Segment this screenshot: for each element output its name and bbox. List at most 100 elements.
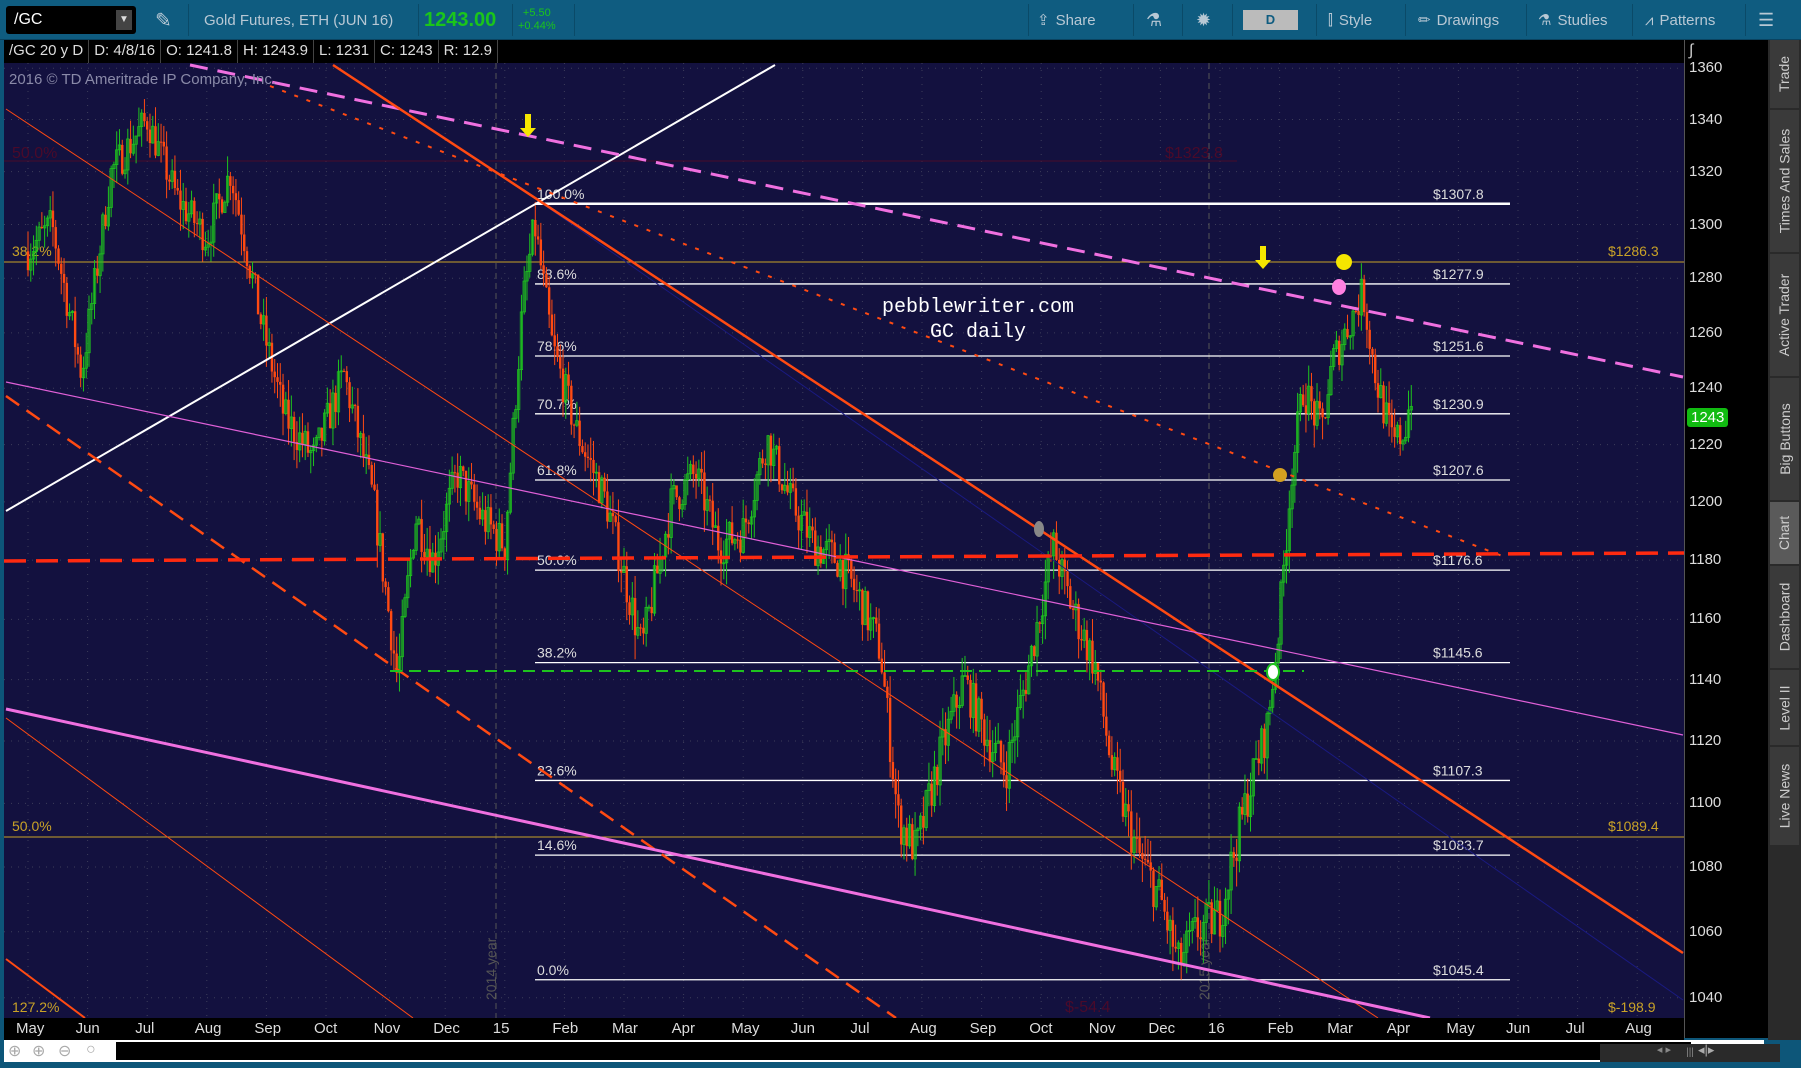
scrollbar[interactable]: ||| ◂ ▸ bbox=[116, 1042, 1780, 1062]
candle bbox=[425, 527, 429, 576]
candle bbox=[1324, 416, 1327, 420]
tab-active-trader[interactable]: Active Trader bbox=[1770, 254, 1799, 378]
candle bbox=[408, 548, 413, 588]
candle bbox=[764, 458, 767, 480]
candle bbox=[644, 596, 648, 647]
candle bbox=[1132, 829, 1136, 864]
candle bbox=[1096, 662, 1100, 692]
candle bbox=[672, 479, 676, 505]
expand-icon[interactable]: ◂|▸ bbox=[1698, 1042, 1714, 1058]
x-tick-label: Jul bbox=[850, 1020, 870, 1037]
y-tick-label: 1240 bbox=[1689, 379, 1723, 397]
y-tick-label: 1360 bbox=[1689, 59, 1723, 77]
trendline-pink[interactable] bbox=[5, 707, 1431, 1018]
candle bbox=[669, 473, 673, 554]
candle bbox=[1332, 344, 1336, 371]
candle bbox=[121, 139, 124, 176]
candle bbox=[794, 477, 798, 523]
candle bbox=[1082, 617, 1086, 649]
candle bbox=[900, 798, 903, 858]
info-range: R: 12.9 bbox=[439, 40, 498, 63]
candle bbox=[162, 125, 166, 156]
candle bbox=[617, 499, 620, 583]
tab-live-news[interactable]: Live News bbox=[1770, 747, 1799, 847]
candle bbox=[708, 495, 712, 512]
style-label: Style bbox=[1338, 11, 1373, 29]
candle bbox=[1152, 867, 1155, 922]
paperclip-icon[interactable]: ✎ bbox=[155, 0, 172, 40]
candle bbox=[1007, 729, 1011, 804]
drawings-button[interactable]: ✏ Drawings bbox=[1418, 0, 1499, 40]
candle bbox=[101, 212, 105, 272]
candle bbox=[473, 473, 476, 511]
timeframe-button[interactable]: D bbox=[1243, 10, 1298, 30]
candle bbox=[31, 235, 36, 276]
trendline-orange-thin[interactable] bbox=[5, 108, 1379, 1018]
candle bbox=[1229, 834, 1233, 914]
crosshair-icon[interactable]: ⊕ bbox=[8, 1041, 21, 1061]
tab-big-buttons[interactable]: Big Buttons bbox=[1770, 378, 1799, 502]
trendline-white[interactable] bbox=[5, 64, 776, 512]
scrollbar-thumb[interactable]: ||| bbox=[1600, 1044, 1780, 1062]
time-axis[interactable]: May Jun Jul Aug Sep Oct Nov Dec 15 Feb Mar Apr May Ju… bbox=[4, 1018, 1684, 1040]
candle bbox=[1204, 898, 1208, 945]
trendline-navy[interactable] bbox=[529, 194, 1684, 1001]
trendline-orange-dashed[interactable] bbox=[5, 394, 897, 1018]
flask-icon[interactable]: ⚗ bbox=[1146, 0, 1162, 40]
menu-icon[interactable]: ☰ bbox=[1758, 0, 1774, 40]
candle bbox=[1346, 314, 1349, 340]
candle bbox=[428, 525, 432, 577]
price-axis[interactable]: ∫ 1360 1340 1320 1300 1280 1260 1240 1220 1200 11… bbox=[1684, 40, 1768, 1038]
zoom-out-icon[interactable]: ⊖ bbox=[58, 1041, 71, 1061]
candle bbox=[705, 486, 709, 526]
trendline-orange-thin[interactable] bbox=[5, 717, 414, 1018]
share-button[interactable]: ⇪ Share bbox=[1037, 0, 1096, 40]
candle bbox=[284, 391, 288, 416]
candle bbox=[678, 495, 681, 522]
tab-chart[interactable]: Chart bbox=[1770, 502, 1799, 566]
candle bbox=[1038, 621, 1042, 634]
candle bbox=[783, 463, 787, 494]
candle bbox=[869, 603, 873, 641]
chart-navigation-bar: ⊕ ⊕ ⊖ ○ ||| ◂ ▸ ◂|▸ bbox=[4, 1040, 1780, 1062]
candle bbox=[60, 257, 63, 295]
tab-dashboard[interactable]: Dashboard bbox=[1770, 566, 1799, 670]
axis-scale-icon[interactable]: ∫ bbox=[1689, 42, 1693, 60]
scroll-left-icon[interactable]: ◂ ▸ bbox=[1657, 1043, 1671, 1056]
candle bbox=[384, 578, 387, 595]
gear-icon[interactable]: ✹ bbox=[1196, 0, 1211, 40]
candle bbox=[467, 467, 471, 522]
candle bbox=[1085, 620, 1089, 673]
style-button[interactable]: ⫿ Style bbox=[1328, 0, 1372, 40]
price-chart[interactable]: 2014 year 2015 year 50.0% $1323.8 $-54.4… bbox=[4, 63, 1684, 1018]
candle bbox=[1168, 915, 1172, 955]
candle bbox=[311, 437, 316, 467]
candle bbox=[420, 499, 423, 573]
candle bbox=[1304, 383, 1308, 433]
candle bbox=[439, 528, 443, 560]
candle bbox=[572, 423, 576, 439]
chevron-down-icon[interactable]: ▼ bbox=[116, 10, 132, 30]
y-tick-label: 1200 bbox=[1689, 492, 1723, 510]
candle bbox=[805, 489, 809, 554]
copyright: 2016 © TD Ameritrade IP Company, Inc. bbox=[9, 71, 276, 88]
toolbar: /GC ▼ ✎ Gold Futures, ETH (JUN 16) 1243.0… bbox=[0, 0, 1801, 40]
candle bbox=[1387, 381, 1391, 437]
info-low: L: 1231 bbox=[314, 40, 376, 63]
trendlines[interactable] bbox=[4, 63, 1684, 1018]
candle bbox=[1382, 381, 1385, 429]
candle bbox=[98, 245, 102, 293]
tab-times-and-sales[interactable]: Times And Sales bbox=[1770, 110, 1799, 254]
candle bbox=[373, 462, 376, 492]
reset-zoom-icon[interactable]: ○ bbox=[86, 1041, 96, 1059]
zoom-in-icon[interactable]: ⊕ bbox=[32, 1041, 45, 1061]
candle bbox=[325, 387, 329, 417]
tab-trade[interactable]: Trade bbox=[1770, 40, 1799, 110]
candle bbox=[117, 129, 122, 156]
symbol-selector[interactable]: /GC ▼ bbox=[6, 6, 136, 34]
tab-level-ii[interactable]: Level II bbox=[1770, 670, 1799, 747]
candle bbox=[1121, 769, 1125, 823]
studies-button[interactable]: ⚗ Studies bbox=[1538, 0, 1608, 40]
patterns-button[interactable]: ⩘ Patterns bbox=[1645, 0, 1715, 40]
gold-level-price: $-198.9 bbox=[1608, 999, 1656, 1015]
